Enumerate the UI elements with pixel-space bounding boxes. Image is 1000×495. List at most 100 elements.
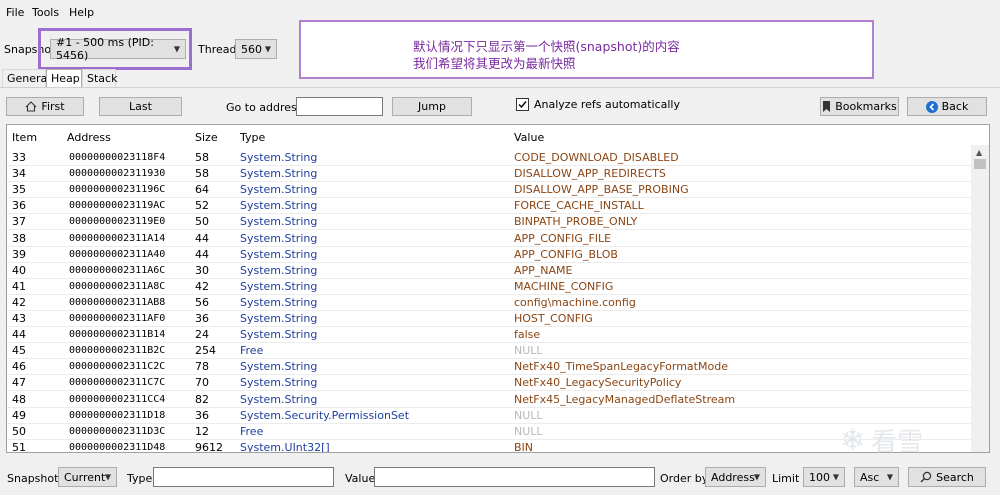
last-button-label: Last <box>129 100 152 113</box>
cell-value: FORCE_CACHE_INSTALL <box>514 199 644 213</box>
bookmarks-button-label: Bookmarks <box>835 100 897 113</box>
scroll-thumb[interactable] <box>974 159 986 169</box>
home-icon <box>25 101 37 112</box>
cell-size: 24 <box>195 328 209 342</box>
cell-address: 00000000023118F4 <box>69 152 166 163</box>
thread-label: Thread <box>198 43 237 56</box>
header-address[interactable]: Address <box>67 131 111 144</box>
cell-address: 0000000002311A8C <box>69 280 166 292</box>
watermark: ❄ 看雪 <box>840 422 923 459</box>
sort-order-select[interactable]: Asc ▼ <box>854 467 899 487</box>
filter-snapshot-value: Current <box>64 470 106 484</box>
table-row[interactable]: 49 0000000002311D18 36 System.Security.Perm… <box>7 408 971 424</box>
cell-address: 0000000002311AF0 <box>69 313 166 324</box>
cell-item: 40 <box>12 263 26 277</box>
cell-size: 36 <box>195 408 209 422</box>
back-button[interactable]: Back <box>907 97 987 116</box>
analyze-refs-checkbox[interactable] <box>516 98 529 111</box>
filter-value-input[interactable] <box>374 467 655 487</box>
heap-grid[interactable]: Item Address Size Type Value 33 000000000… <box>6 124 990 453</box>
cell-type: System.String <box>240 183 318 197</box>
table-row[interactable]: 44 0000000002311B14 24 System.String false <box>7 327 971 344</box>
table-row[interactable]: 45 0000000002311B2C 254 Free NULL <box>7 343 971 360</box>
table-row[interactable]: 43 0000000002311AF0 36 System.String HOST_CO… <box>7 311 971 327</box>
filter-snapshot-select[interactable]: Current ▼ <box>58 467 117 487</box>
cell-value: false <box>514 328 541 342</box>
cell-item: 51 <box>12 440 26 453</box>
cell-size: 64 <box>195 183 209 197</box>
table-row[interactable]: 36 00000000023119AC 52 System.String FORCE_C… <box>7 198 971 215</box>
tab-heap[interactable]: Heap <box>46 69 82 88</box>
menu-tools[interactable]: Tools <box>32 6 59 19</box>
chevron-down-icon: ▼ <box>264 44 271 54</box>
first-button[interactable]: First <box>6 97 84 116</box>
cell-type: System.String <box>240 247 318 261</box>
table-row[interactable]: 51 0000000002311D48 9612 System.UInt32[] BIN <box>7 440 971 453</box>
cell-value: HOST_CONFIG <box>514 312 593 325</box>
cell-value: NULL <box>514 424 543 438</box>
table-row[interactable]: 35 000000000231196C 64 System.String DISALLO… <box>7 182 971 199</box>
bookmarks-button[interactable]: Bookmarks <box>820 97 899 116</box>
order-by-value: Address <box>711 470 755 484</box>
jump-button[interactable]: Jump <box>392 97 472 116</box>
header-item[interactable]: Item <box>12 131 37 144</box>
table-row[interactable]: 39 0000000002311A40 44 System.String APP_CON… <box>7 247 971 263</box>
cell-item: 41 <box>12 279 26 293</box>
scroll-up-icon[interactable]: ▲ <box>976 148 982 157</box>
cell-type: System.String <box>240 328 318 342</box>
menu-file[interactable]: File <box>6 6 24 19</box>
cell-item: 38 <box>12 231 26 245</box>
cell-item: 48 <box>12 392 26 406</box>
table-row[interactable]: 34 0000000002311930 58 System.String DISALLO… <box>7 166 971 183</box>
table-row[interactable]: 46 0000000002311C2C 78 System.String NetFx40… <box>7 359 971 376</box>
header-type[interactable]: Type <box>240 131 265 144</box>
cell-value: BIN <box>514 440 534 453</box>
filter-type-input[interactable] <box>153 467 334 487</box>
menu-help[interactable]: Help <box>69 6 94 19</box>
filter-snapshot-label: Snapshot <box>7 472 59 485</box>
cell-value: DISALLOW_APP_BASE_PROBING <box>514 183 689 197</box>
cell-item: 43 <box>12 312 26 325</box>
filter-value-label: Value <box>345 472 376 485</box>
table-row[interactable]: 38 0000000002311A14 44 System.String APP_CON… <box>7 231 971 247</box>
cell-address: 0000000002311930 <box>69 168 166 180</box>
table-row[interactable]: 33 00000000023118F4 58 System.String CODE_DO… <box>7 150 971 166</box>
table-row[interactable]: 48 0000000002311CC4 82 System.String NetFx45… <box>7 392 971 408</box>
cell-address: 0000000002311D3C <box>69 425 166 437</box>
cell-address: 0000000002311C2C <box>69 361 166 373</box>
vertical-scrollbar[interactable]: ▲ <box>971 145 989 452</box>
cell-value: NetFx45_LegacyManagedDeflateStream <box>514 392 736 406</box>
thread-select[interactable]: 560 ▼ <box>235 39 277 59</box>
table-row[interactable]: 42 0000000002311AB8 56 System.String config\… <box>7 295 971 311</box>
tab-general[interactable]: General <box>2 69 50 87</box>
search-button[interactable]: Search <box>908 467 986 487</box>
table-row[interactable]: 50 0000000002311D3C 12 Free NULL <box>7 424 971 440</box>
cell-type: System.String <box>240 231 318 245</box>
goto-address-input[interactable] <box>296 97 383 116</box>
tab-stack[interactable]: Stack <box>82 69 117 87</box>
cell-type: Free <box>240 344 264 358</box>
last-button[interactable]: Last <box>99 97 182 116</box>
cell-value: BINPATH_PROBE_ONLY <box>514 215 638 229</box>
header-size[interactable]: Size <box>195 131 218 144</box>
cell-type: System.String <box>240 392 318 406</box>
cell-type: System.String <box>240 279 318 293</box>
cell-size: 254 <box>195 344 216 358</box>
table-row[interactable]: 47 0000000002311C7C 70 System.String NetFx40… <box>7 375 971 392</box>
table-row[interactable]: 40 0000000002311A6C 30 System.String APP_NAM… <box>7 263 971 279</box>
limit-select[interactable]: 100 ▼ <box>803 467 845 487</box>
cell-value: DISALLOW_APP_REDIRECTS <box>514 167 666 181</box>
table-row[interactable]: 37 00000000023119E0 50 System.String BINPATH… <box>7 214 971 231</box>
cell-item: 33 <box>12 151 26 164</box>
table-row[interactable]: 41 0000000002311A8C 42 System.String MACHINE… <box>7 279 971 295</box>
limit-value: 100 <box>809 470 830 484</box>
cell-type: System.String <box>240 167 318 181</box>
order-by-select[interactable]: Address ▼ <box>705 467 766 487</box>
chevron-down-icon: ▼ <box>753 472 760 482</box>
cell-size: 56 <box>195 295 209 309</box>
header-value[interactable]: Value <box>514 131 544 144</box>
cell-address: 00000000023119AC <box>69 200 166 212</box>
bookmark-icon <box>822 101 831 112</box>
cell-size: 36 <box>195 312 209 325</box>
cell-item: 37 <box>12 215 26 229</box>
